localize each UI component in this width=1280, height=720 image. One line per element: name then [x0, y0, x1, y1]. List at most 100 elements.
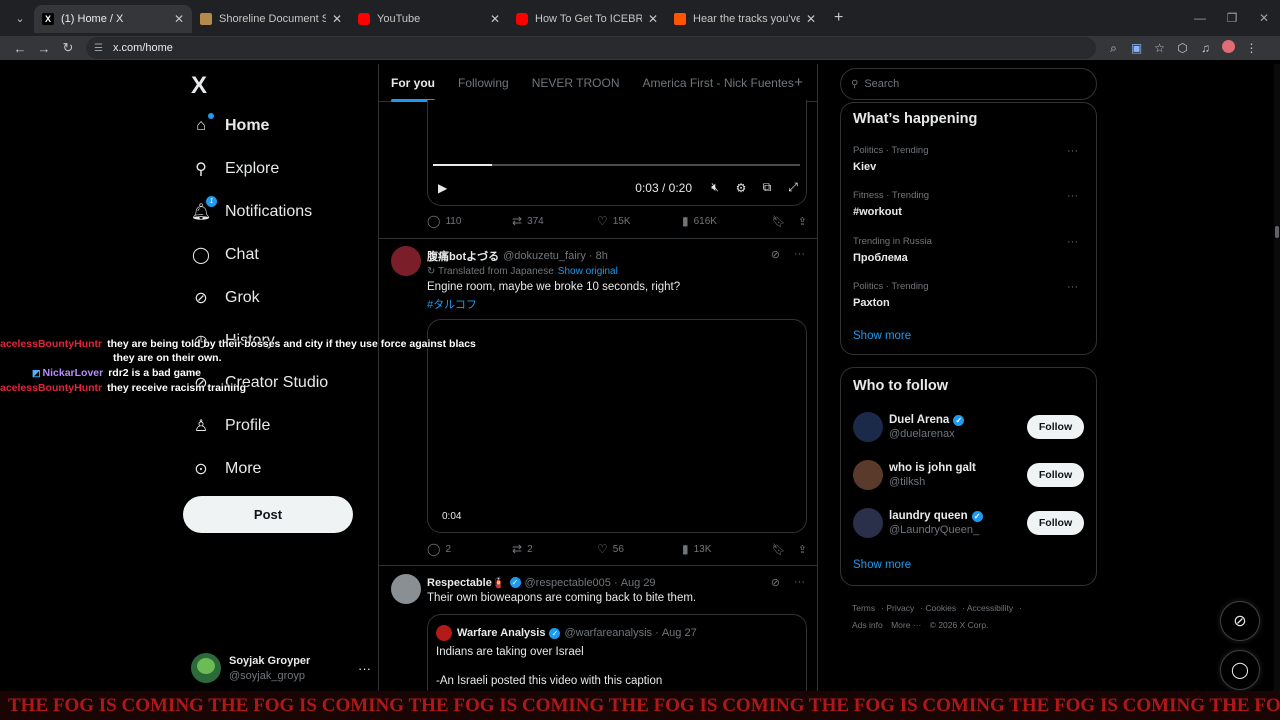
like-button[interactable]: ♡ 56 — [597, 542, 682, 556]
reply-button[interactable]: ◯ 2 — [427, 542, 512, 556]
footer-link[interactable]: Terms — [852, 603, 875, 613]
footer-link[interactable]: Cookies — [925, 603, 956, 613]
show-original-link[interactable]: Show original — [558, 266, 618, 277]
bookmark-star-icon[interactable]: ☆ — [1148, 41, 1171, 55]
close-tab-icon[interactable]: ✕ — [806, 12, 816, 26]
play-icon[interactable]: ▶ — [438, 181, 447, 195]
nav-chat[interactable]: ◯ Chat — [191, 245, 259, 265]
site-info-icon[interactable]: ☰ — [94, 43, 103, 54]
views-button[interactable]: ▮ 13K — [682, 542, 767, 556]
close-window-icon[interactable]: ✕ — [1248, 11, 1280, 25]
share-icon[interactable]: ⇪ — [798, 215, 807, 228]
reload-icon[interactable]: ↻ — [56, 40, 80, 56]
close-tab-icon[interactable]: ✕ — [174, 12, 184, 26]
more-dots-icon[interactable]: ··· — [358, 661, 371, 676]
share-icon[interactable]: ⇪ — [798, 543, 807, 556]
footer-link[interactable]: More ··· — [891, 620, 921, 630]
nav-more[interactable]: ⊙ More — [191, 459, 261, 479]
x-logo-icon[interactable]: X — [191, 72, 207, 100]
tab-1[interactable]: Shoreline Document Spawn Ma ✕ — [192, 5, 350, 33]
show-more-link[interactable]: Show more — [853, 559, 911, 571]
show-more-link[interactable]: Show more — [853, 330, 911, 342]
pip-icon[interactable]: ⧉ — [754, 180, 780, 195]
nav-home[interactable]: ⌂ Home — [191, 113, 269, 136]
follow-suggestion[interactable]: laundry queen ✓ @LaundryQueen_ Follow — [853, 505, 1084, 541]
more-dots-icon[interactable]: ··· — [1067, 190, 1078, 202]
avatar[interactable] — [391, 246, 421, 276]
footer-link[interactable]: Accessibility — [967, 603, 1013, 613]
settings-gear-icon[interactable]: ⚙ — [728, 181, 754, 195]
author-handle[interactable]: @dokuzetu_fairy — [503, 250, 586, 262]
mute-icon[interactable]: 🔇︎ — [702, 180, 728, 195]
page-scrollbar[interactable] — [1274, 64, 1280, 720]
tab-0[interactable]: X (1) Home / X ✕ — [34, 5, 192, 33]
tab-2[interactable]: YouTube ✕ — [350, 5, 508, 33]
account-switcher[interactable]: Soyjak Groyper @soyjak_groyp ··· — [191, 652, 371, 684]
repost-button[interactable]: ⇄ 2 — [512, 542, 597, 556]
search-input[interactable]: ⚲ Search — [840, 68, 1097, 100]
grok-icon[interactable]: ⊘ — [771, 248, 780, 261]
cast-icon[interactable]: ▣ — [1125, 41, 1148, 55]
footer-link[interactable]: Ads info — [852, 620, 883, 630]
messages-fab-icon[interactable]: ◯ — [1220, 650, 1260, 690]
new-tab-icon[interactable]: + — [834, 9, 843, 27]
bookmark-icon[interactable]: 🔖︎ — [772, 215, 786, 228]
tab-4[interactable]: Hear the tracks you've liked: on ✕ — [666, 5, 824, 33]
author-name[interactable]: 腹痛botよづる — [427, 248, 499, 264]
close-tab-icon[interactable]: ✕ — [490, 12, 500, 26]
tab-search-icon[interactable]: ⌄ — [6, 4, 34, 32]
tab-america-first[interactable]: America First - Nick Fuentes — [643, 76, 794, 90]
repost-button[interactable]: ⇄ 374 — [512, 214, 597, 228]
tab-3[interactable]: How To Get To ICEBREAKER In ✕ — [508, 5, 666, 33]
more-dots-icon[interactable]: ··· — [1067, 281, 1078, 293]
trend-item[interactable]: Trending in Russia Проблема ··· — [853, 236, 1084, 264]
close-tab-icon[interactable]: ✕ — [648, 12, 658, 26]
video-progress-bar[interactable] — [433, 164, 800, 166]
bookmark-icon[interactable]: 🔖︎ — [772, 543, 786, 556]
follow-button[interactable]: Follow — [1027, 463, 1084, 487]
tab-following[interactable]: Following — [458, 76, 509, 90]
hashtag-link[interactable]: #タルコフ — [427, 296, 477, 312]
more-dots-icon[interactable]: ··· — [1067, 145, 1078, 157]
like-button[interactable]: ♡ 15K — [597, 214, 682, 228]
trend-item[interactable]: Politics · Trending Kiev ··· — [853, 145, 1084, 173]
zoom-icon[interactable]: ⌕ — [1102, 41, 1125, 56]
media-icon[interactable]: ♫ — [1194, 41, 1217, 55]
author-name[interactable]: Respectable🧯 — [427, 576, 506, 589]
restore-icon[interactable]: ❐ — [1216, 11, 1248, 25]
tab-never-troon[interactable]: NEVER TROON — [532, 76, 620, 90]
close-tab-icon[interactable]: ✕ — [332, 12, 342, 26]
follow-suggestion[interactable]: Duel Arena ✓ @duelarenax Follow — [853, 409, 1084, 445]
trend-item[interactable]: Fitness · Trending #workout ··· — [853, 190, 1084, 218]
profile-avatar-icon[interactable] — [1217, 40, 1240, 56]
minimize-icon[interactable]: — — [1184, 11, 1216, 25]
add-tab-icon[interactable]: + — [794, 74, 803, 91]
video-player[interactable]: ▶ 0:03 / 0:20 🔇︎ ⚙ ⧉ ⤢ — [427, 100, 807, 206]
follow-button[interactable]: Follow — [1027, 511, 1084, 535]
fullscreen-icon[interactable]: ⤢ — [780, 180, 806, 195]
video-player[interactable]: 0:04 — [427, 319, 807, 533]
nav-notifications[interactable]: 🔔︎ 1 Notifications — [191, 196, 312, 222]
avatar[interactable] — [391, 574, 421, 604]
more-dots-icon[interactable]: ··· — [794, 248, 805, 261]
back-icon[interactable]: ← — [8, 41, 32, 56]
nav-explore[interactable]: ⚲ Explore — [191, 159, 279, 179]
trend-item[interactable]: Politics · Trending Paxton ··· — [853, 281, 1084, 309]
grok-icon[interactable]: ⊘ — [771, 576, 780, 589]
nav-grok[interactable]: ⊘ Grok — [191, 288, 259, 308]
nav-profile[interactable]: ♙ Profile — [191, 416, 271, 436]
tweet-time[interactable]: 8h — [596, 250, 608, 262]
tweet-time[interactable]: Aug 29 — [621, 577, 656, 589]
more-dots-icon[interactable]: ··· — [794, 576, 805, 589]
extensions-icon[interactable]: ⬡ — [1171, 41, 1194, 55]
grok-fab-icon[interactable]: ⊘ — [1220, 601, 1260, 641]
address-bar[interactable]: ☰ x.com/home — [86, 37, 1096, 59]
author-handle[interactable]: @respectable005 — [525, 577, 611, 589]
reply-button[interactable]: ◯ 110 — [427, 214, 512, 228]
tab-for-you[interactable]: For you — [391, 76, 435, 102]
footer-link[interactable]: Privacy — [886, 603, 914, 613]
chrome-menu-icon[interactable]: ⋮ — [1240, 41, 1263, 55]
follow-button[interactable]: Follow — [1027, 415, 1084, 439]
views-button[interactable]: ▮ 616K — [682, 214, 767, 228]
forward-icon[interactable]: → — [32, 41, 56, 56]
